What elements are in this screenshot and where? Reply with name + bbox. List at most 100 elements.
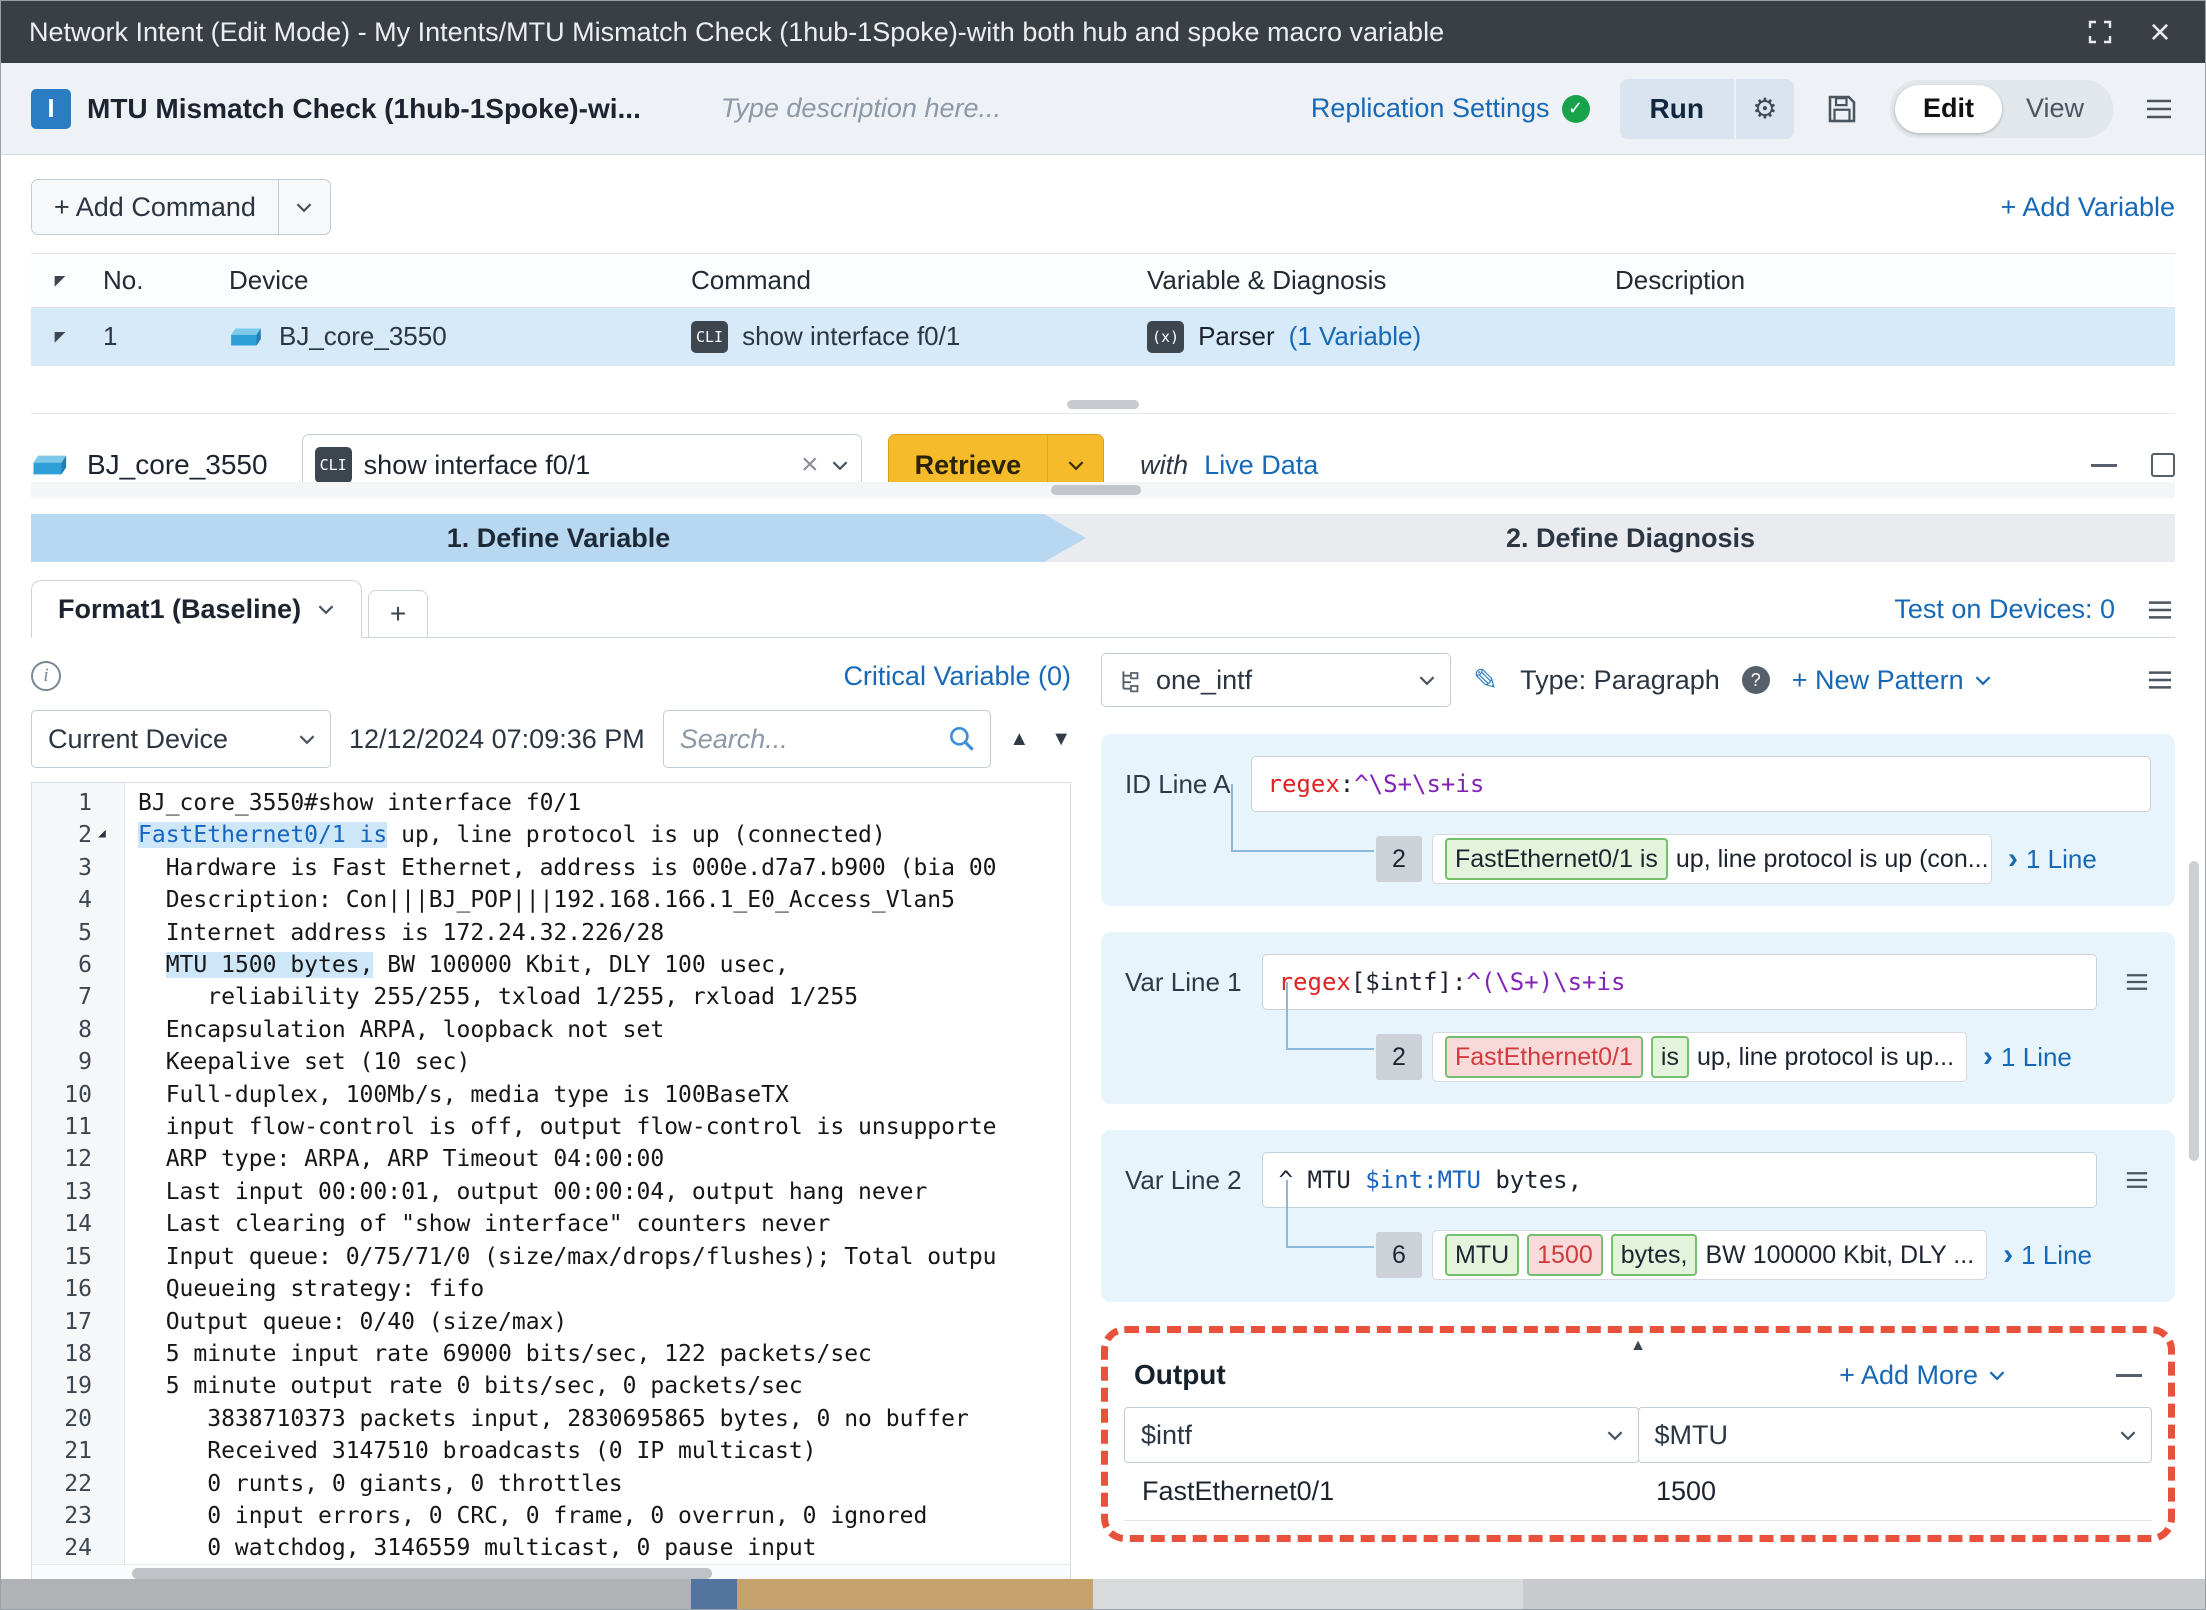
run-button[interactable]: Run <box>1620 79 1734 139</box>
line-number: 4 <box>32 884 92 916</box>
matched-line-sample[interactable]: FastEthernet0/1 is up, line protocol is … <box>1432 1032 1967 1082</box>
var-line-1-menu-icon[interactable] <box>2123 971 2151 993</box>
format-menu-icon[interactable] <box>2145 598 2175 622</box>
view-toggle-button[interactable]: View <box>2002 93 2108 124</box>
search-prev-icon[interactable]: ▲ <box>1009 728 1029 751</box>
matched-line-sample[interactable]: FastEthernet0/1 is up, line protocol is … <box>1432 834 1992 884</box>
cli-output-viewer[interactable]: 1BJ_core_3550#show interface f0/12◢FastE… <box>31 782 1071 1582</box>
add-command-button[interactable]: + Add Command <box>31 179 331 235</box>
row-collapse-icon[interactable]: ◤ <box>31 328 89 345</box>
add-variable-link[interactable]: + Add Variable <box>2001 192 2175 223</box>
window-title: Network Intent (Edit Mode) - My Intents/… <box>29 17 1444 48</box>
line-count-link[interactable]: › 1 Line <box>1983 1042 2072 1073</box>
output-col2-select[interactable]: $MTU <box>1638 1407 2153 1463</box>
command-input[interactable] <box>364 450 789 481</box>
add-command-label: + Add Command <box>32 180 278 234</box>
device-bar-actions <box>2091 453 2175 477</box>
code-line: 23 0 input errors, 0 CRC, 0 frame, 0 ove… <box>32 1500 1070 1532</box>
line-number: 10 <box>32 1079 92 1111</box>
search-icon[interactable] <box>946 723 978 755</box>
expand-box-icon[interactable] <box>2151 453 2175 477</box>
cli-icon: CLI <box>691 321 728 353</box>
code-hscroll-thumb[interactable] <box>132 1568 712 1579</box>
parser-variables-link[interactable]: (1 Variable) <box>1289 321 1421 352</box>
close-icon[interactable]: × <box>2143 15 2177 49</box>
live-data-link[interactable]: Live Data <box>1204 450 1318 481</box>
code-text: BJ_core_3550#show interface f0/1 <box>138 790 581 816</box>
output-minimize-icon[interactable] <box>2116 1374 2142 1377</box>
output-col1-select[interactable]: $intf <box>1124 1407 1639 1463</box>
panel-vertical-scrollbar[interactable] <box>2188 641 2200 1551</box>
code-text: Last input 00:00:01, output 00:00:04, ou… <box>138 1179 927 1205</box>
add-format-tab-button[interactable]: + <box>368 590 428 638</box>
format-tab-chevron-down-icon[interactable] <box>317 604 335 615</box>
collapse-all-icon[interactable]: ◤ <box>31 272 89 289</box>
add-more-label: + Add More <box>1839 1360 1978 1391</box>
clear-icon[interactable]: × <box>801 448 819 482</box>
step-define-diagnosis[interactable]: 2. Define Diagnosis <box>1044 514 2175 562</box>
pattern-toolbar: one_intf ✎ Type: Paragraph ? + New Patte… <box>1101 652 2175 708</box>
pattern-type-label: Type: Paragraph <box>1520 665 1720 696</box>
maximize-icon[interactable] <box>2083 15 2117 49</box>
line-count-link[interactable]: › 1 Line <box>2008 844 2097 875</box>
minimize-icon[interactable] <box>2091 464 2117 467</box>
info-icon[interactable]: i <box>31 661 61 691</box>
fold-marker-icon[interactable]: ◢ <box>98 827 106 840</box>
header-actions: Replication Settings ✓ Run ⚙ Edit View <box>1311 79 2175 139</box>
search-input[interactable] <box>680 724 939 755</box>
parser-icon: (x) <box>1147 321 1184 353</box>
line-number: 16 <box>32 1273 92 1305</box>
pattern-tree-icon <box>1118 667 1144 693</box>
new-pattern-link[interactable]: + New Pattern <box>1792 665 1992 696</box>
code-text: input flow-control is off, output flow-c… <box>138 1114 997 1140</box>
search-next-icon[interactable]: ▼ <box>1051 728 1071 751</box>
code-line: 21 Received 3147510 broadcasts (0 IP mul… <box>32 1435 1070 1467</box>
save-button[interactable] <box>1824 91 1860 127</box>
table-hscroll-thumb[interactable] <box>1051 485 1141 495</box>
add-command-chevron-down-icon[interactable] <box>278 180 330 234</box>
splitter-drag-handle[interactable] <box>1067 400 1139 409</box>
critical-variable-link[interactable]: Critical Variable (0) <box>843 661 1071 692</box>
test-on-devices-link[interactable]: Test on Devices: 0 <box>1894 594 2115 625</box>
add-more-chevron-down-icon <box>1988 1370 2006 1381</box>
pattern-menu-icon[interactable] <box>2145 668 2175 692</box>
line-count-link[interactable]: › 1 Line <box>2003 1240 2092 1271</box>
replication-settings-label: Replication Settings <box>1311 93 1550 124</box>
replication-settings-link[interactable]: Replication Settings ✓ <box>1311 93 1590 124</box>
line-number: 19 <box>32 1370 92 1402</box>
output-col2-value: $MTU <box>1655 1420 1729 1451</box>
left-panel-toolbar: i Critical Variable (0) <box>31 652 1071 700</box>
line-number: 3 <box>32 852 92 884</box>
line-number: 12 <box>32 1143 92 1175</box>
step-define-variable[interactable]: 1. Define Variable <box>31 514 1086 562</box>
line-number: 13 <box>32 1176 92 1208</box>
code-line: 16 Queueing strategy: fifo <box>32 1273 1070 1305</box>
highlighted-match: MTU 1500 bytes, <box>166 952 374 978</box>
command-table-row[interactable]: ◤ 1 BJ_core_3550 CLI show interface f0/1… <box>31 308 2175 366</box>
edit-toggle-button[interactable]: Edit <box>1895 85 2002 133</box>
matched-line-sample[interactable]: MTU 1500 bytes, BW 100000 Kbit, DLY ... <box>1432 1230 1987 1280</box>
run-settings-gear-icon[interactable]: ⚙ <box>1736 79 1794 139</box>
command-chevron-down-icon[interactable] <box>831 460 849 471</box>
add-more-link[interactable]: + Add More <box>1839 1360 2006 1391</box>
code-line: 24 0 watchdog, 3146559 multicast, 0 paus… <box>32 1532 1070 1564</box>
panel-scroll-thumb[interactable] <box>2189 861 2199 1161</box>
edit-pattern-pencil-icon[interactable]: ✎ <box>1473 663 1498 698</box>
code-text: 5 minute input rate 69000 bits/sec, 122 … <box>138 1341 872 1367</box>
chevron-right-icon: › <box>2008 844 2018 874</box>
pattern-select[interactable]: one_intf <box>1101 653 1451 707</box>
help-icon[interactable]: ? <box>1742 666 1770 694</box>
var-line-2-menu-icon[interactable] <box>2123 1169 2151 1191</box>
var-line-2-regex-input[interactable]: ^ MTU $int:MTU bytes, <box>1262 1152 2097 1208</box>
chevron-down-icon <box>1606 1430 1624 1441</box>
code-text: Internet address is 172.24.32.226/28 <box>138 920 664 946</box>
device-filter-select[interactable]: Current Device <box>31 710 331 768</box>
var-line-1-regex-input[interactable]: regex[$intf]:^(\S+)\s+is <box>1262 954 2097 1010</box>
description-input[interactable] <box>721 93 1281 124</box>
match-highlight: is <box>1651 1036 1689 1078</box>
menu-icon[interactable] <box>2143 96 2175 122</box>
table-horizontal-scrollbar[interactable] <box>31 482 2175 498</box>
tab-format1-baseline[interactable]: Format1 (Baseline) <box>31 580 362 638</box>
output-collapse-icon[interactable]: ▲ <box>1630 1337 1646 1355</box>
id-line-a-regex-input[interactable]: regex:^\S+\s+is <box>1251 756 2151 812</box>
